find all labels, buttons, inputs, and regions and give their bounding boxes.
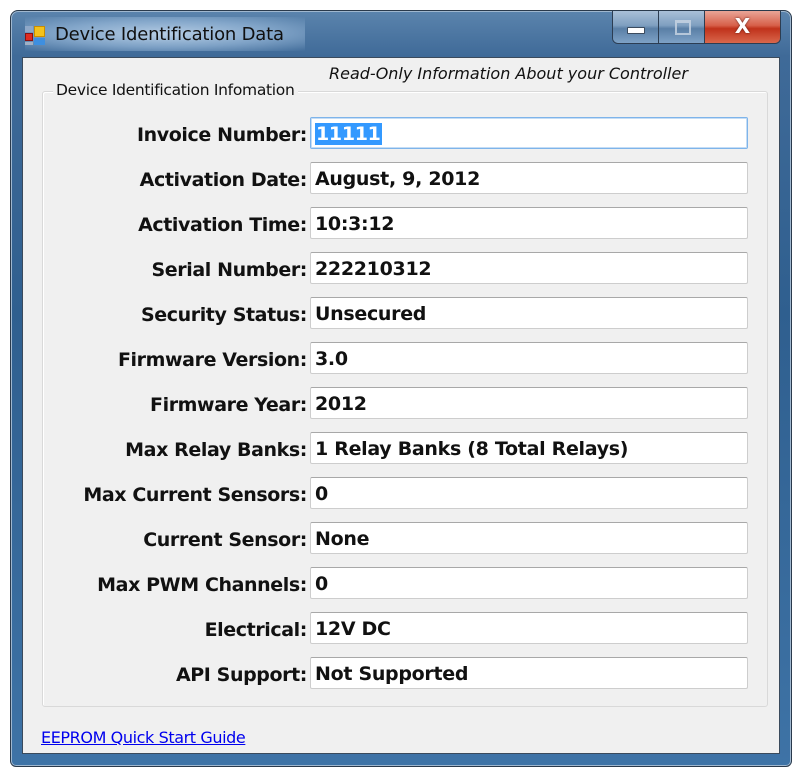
field-row-current-sensor: Current Sensor: None xyxy=(43,522,767,556)
max-relay-banks-field[interactable]: 1 Relay Banks (8 Total Relays) xyxy=(310,432,748,464)
max-relay-banks-label: Max Relay Banks: xyxy=(125,439,307,461)
minimize-icon xyxy=(627,27,645,34)
firmware-version-label: Firmware Version: xyxy=(117,349,307,371)
api-support-field[interactable]: Not Supported xyxy=(310,657,748,689)
firmware-year-field[interactable]: 2012 xyxy=(310,387,748,419)
field-row-api-support: API Support: Not Supported xyxy=(43,657,767,691)
window-title: Device Identification Data xyxy=(55,24,284,45)
serial-number-field[interactable]: 222210312 xyxy=(310,252,748,284)
selected-text: 11111 xyxy=(315,123,382,145)
security-status-label: Security Status: xyxy=(140,304,307,326)
api-support-label: API Support: xyxy=(175,664,307,686)
close-button[interactable]: X xyxy=(705,11,780,43)
activation-date-label: Activation Date: xyxy=(139,169,308,191)
field-row-security-status: Security Status: Unsecured xyxy=(43,297,767,331)
title-bar[interactable]: Device Identification Data X xyxy=(11,11,791,57)
maximize-button[interactable] xyxy=(659,11,705,43)
max-pwm-channels-label: Max PWM Channels: xyxy=(97,574,307,596)
invoice-number-field[interactable]: 11111 xyxy=(310,117,748,149)
dialog-window: Device Identification Data X Read-Only I… xyxy=(10,10,792,767)
firmware-year-label: Firmware Year: xyxy=(150,394,307,416)
maximize-icon xyxy=(675,20,691,35)
security-status-field[interactable]: Unsecured xyxy=(310,297,748,329)
field-row-serial-number: Serial Number: 222210312 xyxy=(43,252,767,286)
serial-number-label: Serial Number: xyxy=(151,259,308,281)
field-row-max-current-sensors: Max Current Sensors: 0 xyxy=(43,477,767,511)
eeprom-quick-start-guide-link[interactable]: EEPROM Quick Start Guide xyxy=(41,728,246,747)
max-pwm-channels-field[interactable]: 0 xyxy=(310,567,748,599)
field-row-invoice-number: Invoice Number: 11111 xyxy=(43,117,767,151)
caption-buttons: X xyxy=(612,11,781,44)
device-info-groupbox: Device Identification Infomation Invoice… xyxy=(42,81,768,707)
activation-date-field[interactable]: August, 9, 2012 xyxy=(310,162,748,194)
electrical-field[interactable]: 12V DC xyxy=(310,612,748,644)
minimize-button[interactable] xyxy=(613,11,659,43)
field-row-max-pwm-channels: Max PWM Channels: 0 xyxy=(43,567,767,601)
current-sensor-field[interactable]: None xyxy=(310,522,748,554)
field-row-electrical: Electrical: 12V DC xyxy=(43,612,767,646)
client-area: Read-Only Information About your Control… xyxy=(22,57,780,754)
field-row-max-relay-banks: Max Relay Banks: 1 Relay Banks (8 Total … xyxy=(43,432,767,466)
field-row-activation-date: Activation Date: August, 9, 2012 xyxy=(43,162,767,196)
firmware-version-field[interactable]: 3.0 xyxy=(310,342,748,374)
current-sensor-label: Current Sensor: xyxy=(143,529,307,551)
field-row-activation-time: Activation Time: 10:3:12 xyxy=(43,207,767,241)
app-icon[interactable] xyxy=(25,26,45,46)
electrical-label: Electrical: xyxy=(204,619,308,641)
activation-time-field[interactable]: 10:3:12 xyxy=(310,207,748,239)
max-current-sensors-field[interactable]: 0 xyxy=(310,477,748,509)
invoice-number-label: Invoice Number: xyxy=(137,124,307,146)
field-row-firmware-version: Firmware Version: 3.0 xyxy=(43,342,767,376)
activation-time-label: Activation Time: xyxy=(138,214,307,236)
max-current-sensors-label: Max Current Sensors: xyxy=(83,484,307,506)
subtitle-label: Read-Only Information About your Control… xyxy=(329,64,688,83)
close-icon: X xyxy=(734,14,751,38)
groupbox-legend: Device Identification Infomation xyxy=(53,81,298,99)
field-row-firmware-year: Firmware Year: 2012 xyxy=(43,387,767,421)
